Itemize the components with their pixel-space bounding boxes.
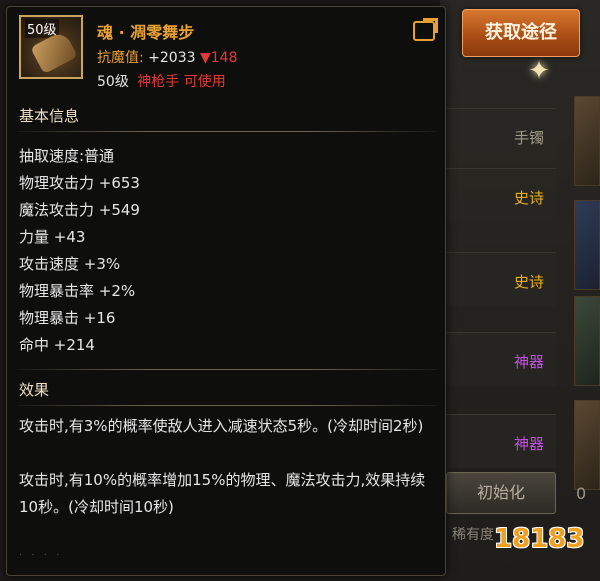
basic-info-heading: 基本信息 xyxy=(19,107,80,125)
item-thumbnail[interactable] xyxy=(574,296,600,386)
divider xyxy=(17,131,437,132)
watermark-logo: 18183 xyxy=(494,524,585,554)
class-usable: 神枪手 可使用 xyxy=(137,74,226,90)
stat-line: 攻击速度 +3% xyxy=(19,255,121,273)
divider xyxy=(17,405,437,406)
list-item[interactable]: 史诗 xyxy=(446,168,556,222)
row-label: 神器 xyxy=(513,353,544,371)
item-tooltip: 50级 魂 · 凋零舞步 抗魔值: +2033 ▼148 50级 神枪手 可使用… xyxy=(6,6,446,576)
stat-line: 力量 +43 xyxy=(19,228,86,246)
stat-line: 命中 +214 xyxy=(19,336,95,354)
requirement-line: 50级 神枪手 可使用 xyxy=(97,71,226,91)
effect-text: 攻击时,有10%的概率增加15%的物理、魔法攻击力,效果持续10秒。(冷却时间1… xyxy=(19,471,426,516)
sparkle-icon: ✦ xyxy=(528,56,550,86)
item-thumbnail[interactable] xyxy=(574,200,600,290)
item-thumbnail[interactable] xyxy=(574,96,600,186)
required-level: 50级 xyxy=(97,74,129,90)
resistance-diff: ▼148 xyxy=(199,50,238,66)
list-item[interactable]: 神器 xyxy=(446,414,556,468)
share-icon[interactable] xyxy=(413,21,435,41)
item-icon: 50级 xyxy=(19,15,83,79)
stat-line: 魔法攻击力 +549 xyxy=(19,201,140,219)
effect-text: 攻击时,有3%的概率使敌人进入减速状态5秒。(冷却时间2秒) xyxy=(19,417,424,435)
effect-heading: 效果 xyxy=(19,381,50,399)
resistance-line: 抗魔值: +2033 ▼148 xyxy=(97,47,237,67)
rarity-label[interactable]: 稀有度 xyxy=(452,524,494,544)
edge-number: 0 xyxy=(576,484,587,503)
row-label: 史诗 xyxy=(513,273,544,291)
initialize-button[interactable]: 初始化 xyxy=(446,472,556,514)
row-label: 史诗 xyxy=(513,189,544,207)
list-item[interactable]: 手镯 xyxy=(446,108,556,162)
row-label: 神器 xyxy=(513,435,544,453)
divider xyxy=(17,369,437,370)
item-thumbnail[interactable] xyxy=(574,400,600,490)
resistance-label: 抗魔值: xyxy=(97,50,144,66)
stat-line: 物理暴击率 +2% xyxy=(19,282,136,300)
get-source-button[interactable]: 获取途径 xyxy=(462,9,580,57)
resistance-value: +2033 xyxy=(148,50,196,66)
stat-line: 物理攻击力 +653 xyxy=(19,174,140,192)
list-item[interactable]: 神器 xyxy=(446,332,556,386)
stat-line: 抽取速度:普通 xyxy=(19,147,115,165)
item-name: 魂 · 凋零舞步 xyxy=(97,23,195,42)
more-dots: . . . . xyxy=(19,547,63,558)
list-item[interactable]: 史诗 xyxy=(446,252,556,306)
row-label: 手镯 xyxy=(513,129,544,147)
stat-line: 物理暴击 +16 xyxy=(19,309,116,327)
